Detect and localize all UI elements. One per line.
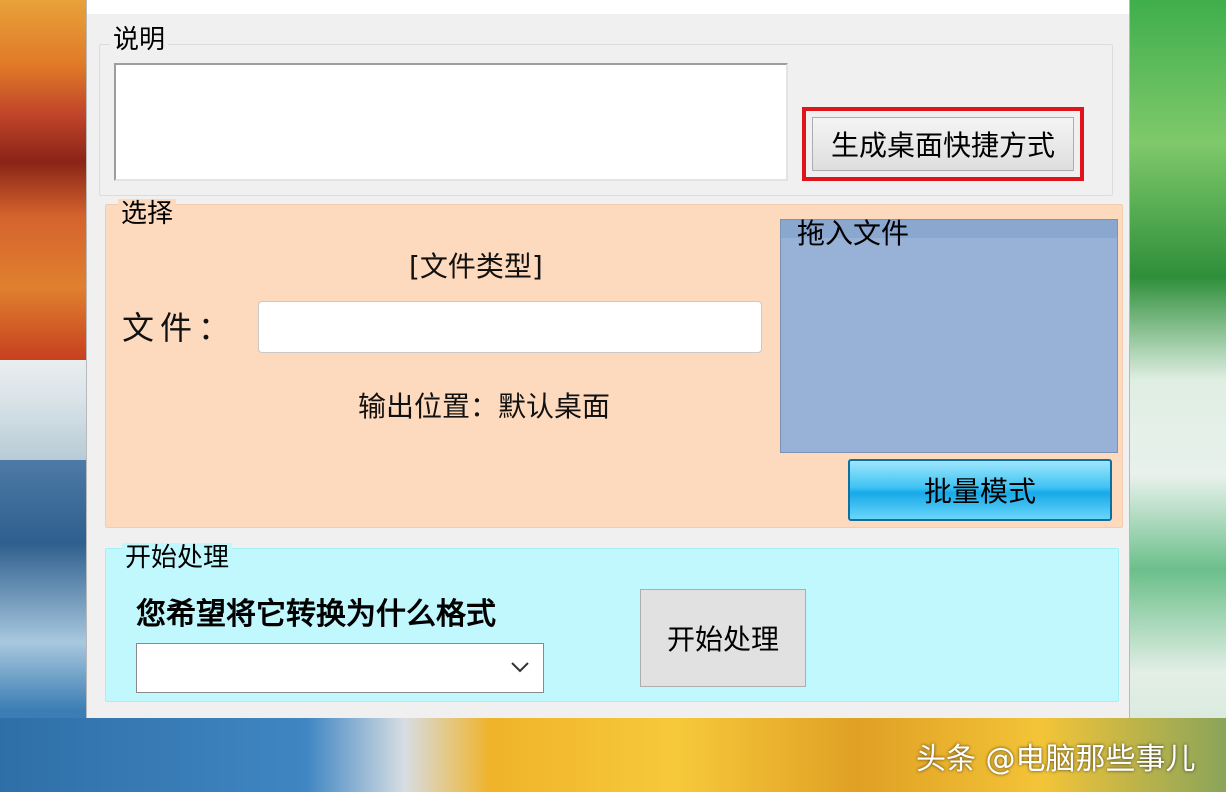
description-group: 说明 生成桌面快捷方式	[99, 25, 1113, 196]
start-group-title: 开始处理	[122, 543, 233, 573]
start-group: 开始处理 您希望将它转换为什么格式 开始处理	[105, 543, 1119, 702]
chevron-down-icon[interactable]	[509, 656, 531, 678]
wallpaper-left-top	[0, 0, 90, 360]
file-label: 文件：	[122, 309, 237, 347]
select-group: 选择 [文件类型] 文件： 输出位置：默认桌面 拖入文件 批量模式	[105, 199, 1123, 528]
app-window: 说明 生成桌面快捷方式 选择 [文件类型] 文件： 输出位置：默认桌面 拖入文件…	[86, 0, 1130, 718]
description-textarea[interactable]	[114, 63, 788, 181]
output-location-label: 输出位置：默认桌面	[358, 390, 611, 423]
wallpaper-left-mid	[0, 360, 90, 460]
drop-files-area[interactable]: 拖入文件	[780, 217, 1118, 453]
batch-mode-button[interactable]: 批量模式	[848, 459, 1112, 521]
description-group-title: 说明	[110, 25, 169, 55]
format-select[interactable]	[136, 643, 544, 693]
file-type-label: [文件类型]	[409, 250, 543, 283]
shortcut-highlight-box: 生成桌面快捷方式	[802, 107, 1084, 181]
watermark-text: 头条 @电脑那些事儿	[916, 742, 1196, 777]
file-input[interactable]	[258, 301, 762, 353]
start-processing-button[interactable]: 开始处理	[640, 589, 806, 687]
create-shortcut-button[interactable]: 生成桌面快捷方式	[812, 117, 1074, 171]
window-top-edge	[87, 0, 1129, 14]
wallpaper-right	[1128, 0, 1226, 792]
select-group-title: 选择	[118, 199, 177, 229]
format-question-label: 您希望将它转换为什么格式	[136, 597, 496, 632]
drop-area-title: 拖入文件	[797, 217, 910, 250]
